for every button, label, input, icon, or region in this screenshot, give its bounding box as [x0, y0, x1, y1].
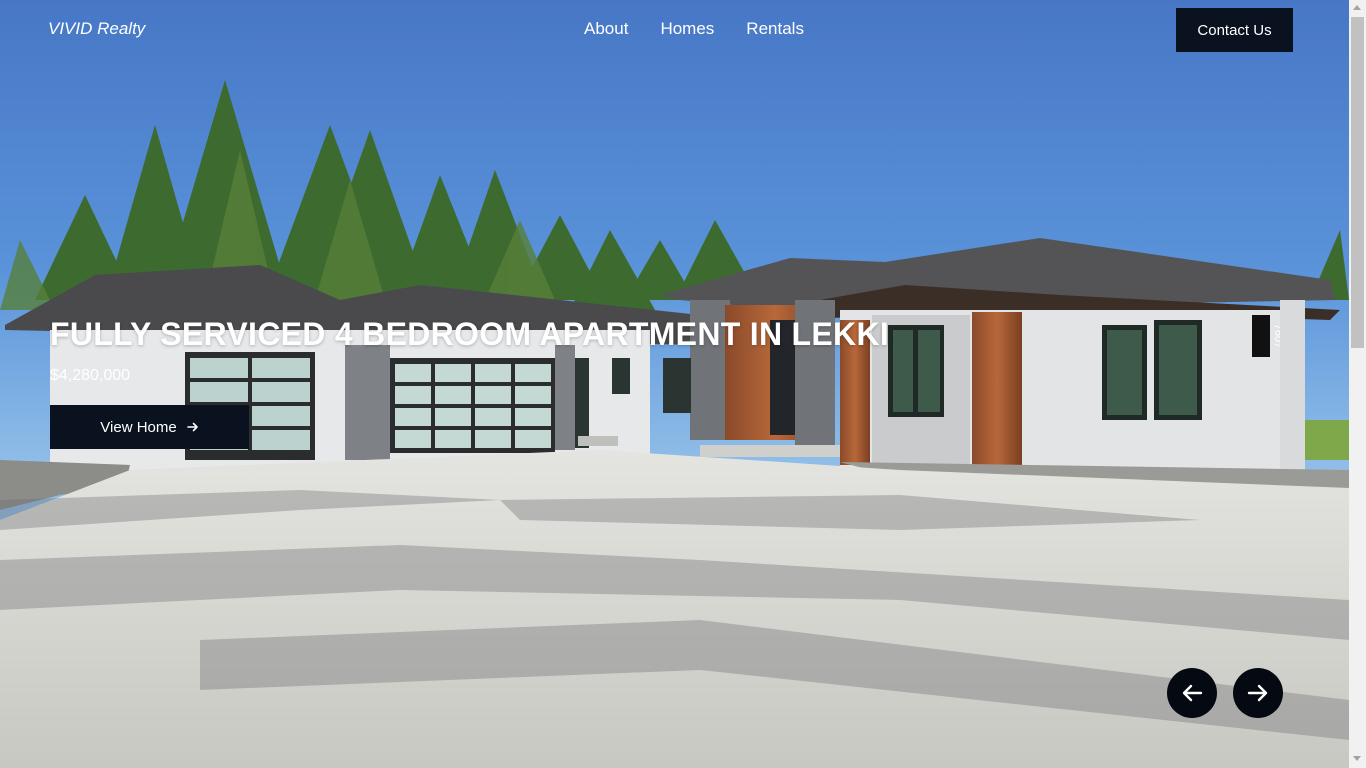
nav-link-about[interactable]: About	[584, 19, 628, 39]
listing-title: FULLY SERVICED 4 BEDROOM APARTMENT IN LE…	[50, 316, 890, 352]
hero-image: 7607	[0, 0, 1349, 768]
nav-link-rentals[interactable]: Rentals	[746, 19, 804, 39]
arrow-right-icon	[186, 422, 198, 432]
scroll-down-icon[interactable]	[1353, 756, 1361, 761]
carousel-next-button[interactable]	[1233, 668, 1283, 718]
hero-section: 7607	[0, 0, 1349, 768]
carousel-prev-button[interactable]	[1167, 668, 1217, 718]
view-home-label: View Home	[100, 418, 177, 436]
page-scrollbar[interactable]	[1349, 0, 1366, 768]
view-home-button[interactable]: View Home	[50, 405, 249, 449]
site-logo[interactable]: VIVID Realty	[48, 19, 145, 39]
scrollbar-thumb[interactable]	[1351, 17, 1364, 348]
scroll-up-icon[interactable]	[1353, 5, 1361, 10]
main-nav: About Homes Rentals	[584, 19, 804, 39]
listing-price: $4,280,000	[50, 367, 131, 384]
arrow-right-icon	[1247, 684, 1268, 702]
arrow-left-icon	[1182, 684, 1203, 702]
contact-us-button[interactable]: Contact Us	[1176, 8, 1293, 52]
nav-link-homes[interactable]: Homes	[660, 19, 714, 39]
